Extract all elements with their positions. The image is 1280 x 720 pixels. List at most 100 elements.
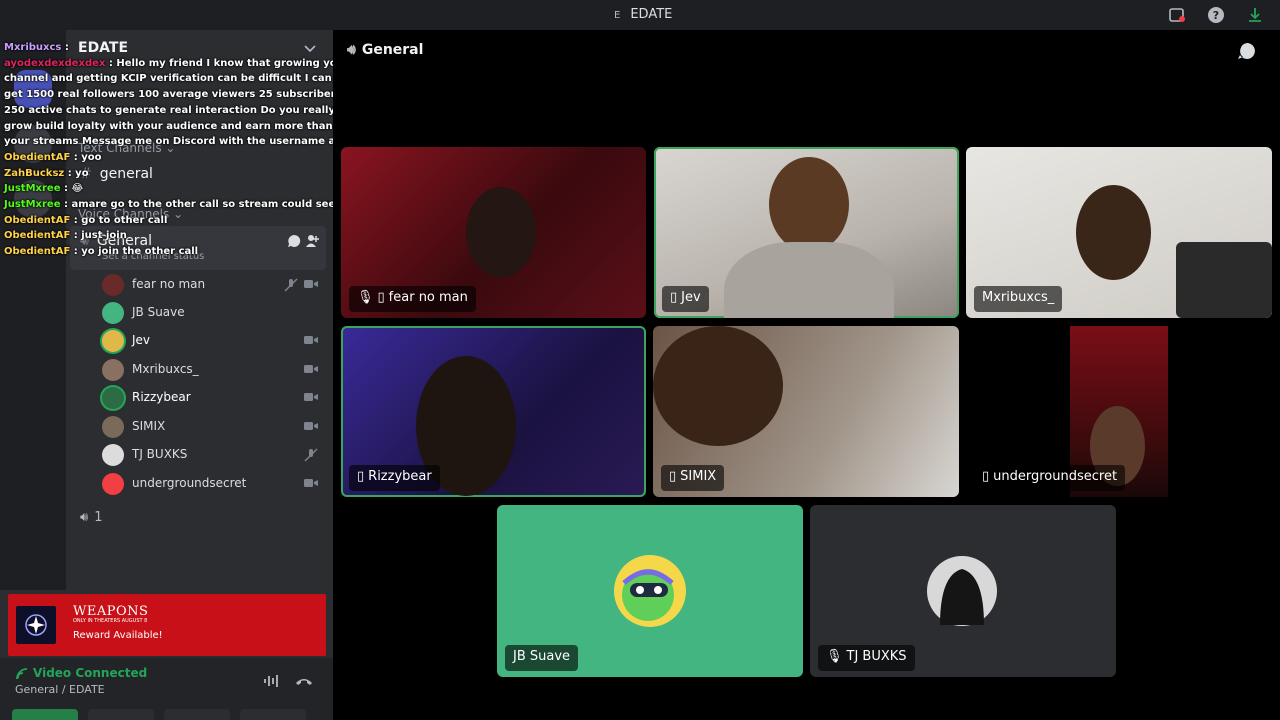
- chat-user: ObedientAF: [4, 246, 71, 258]
- avatar: [102, 387, 124, 409]
- window-title: E EDATE: [614, 7, 672, 22]
- inbox-icon[interactable]: [1168, 6, 1186, 24]
- chat-message: ObedientAF : just join: [0, 228, 390, 244]
- avatar: [102, 416, 124, 438]
- promo-subtitle: ONLY IN THEATERS AUGUST 8: [73, 618, 148, 624]
- promo-title: WEAPONS: [73, 604, 149, 619]
- participant-name: TJ BUXKS: [846, 649, 907, 664]
- chat-text: :: [64, 42, 69, 53]
- chat-message: ObedientAF : yoo: [0, 150, 390, 166]
- voice-member[interactable]: TJ BUXKS: [102, 444, 322, 468]
- chat-user: ObedientAF: [4, 151, 71, 163]
- tile-label: ▯ SIMIX: [661, 465, 725, 491]
- voice-connection-panel: Video Connected General / EDATE: [0, 658, 333, 720]
- svg-text:?: ?: [1213, 9, 1219, 22]
- voice-action-buttons: [12, 708, 316, 720]
- video-tile[interactable]: 🎙︎ TJ BUXKS: [810, 505, 1116, 677]
- signal-icon[interactable]: [15, 667, 29, 681]
- voice-member[interactable]: fear no man: [102, 274, 322, 298]
- promo-logo: [16, 606, 56, 644]
- muted-mic-icon: 🎙︎: [357, 290, 374, 305]
- chat-message: JustMxree : amare go to the other call s…: [0, 197, 390, 213]
- disconnect-icon[interactable]: [295, 674, 313, 688]
- participant-name: fear no man: [388, 290, 468, 305]
- chat-text: : yo: [67, 167, 89, 179]
- video-tile[interactable]: JB Suave: [497, 505, 803, 677]
- voice-location[interactable]: General / EDATE: [15, 683, 105, 696]
- muted-mic-icon: [304, 448, 318, 462]
- member-name: SIMIX: [132, 419, 166, 433]
- participant-name: undergroundsecret: [993, 469, 1118, 484]
- chat-user: JustMxree: [4, 183, 61, 195]
- tile-label: 🎙︎ TJ BUXKS: [818, 645, 915, 671]
- voice-member[interactable]: SIMIX: [102, 416, 322, 440]
- voice-member[interactable]: JB Suave: [102, 302, 322, 326]
- chat-user: ObedientAF: [4, 214, 71, 226]
- voice-member[interactable]: Mxribuxcs_: [102, 359, 322, 383]
- discord-avatar-icon: [102, 473, 124, 495]
- video-tile[interactable]: ▯ undergroundsecret: [966, 326, 1272, 497]
- window-title-text: EDATE: [630, 7, 673, 22]
- tile-label: ▯ undergroundsecret: [974, 465, 1126, 491]
- help-icon[interactable]: ?: [1207, 6, 1225, 24]
- video-feed: [653, 326, 783, 446]
- tile-label: Mxribuxcs_: [974, 286, 1063, 312]
- promo-banner[interactable]: WEAPONS ONLY IN THEATERS AUGUST 8 Reward…: [8, 594, 326, 656]
- video-icon: [304, 393, 318, 401]
- activities-button[interactable]: [164, 709, 230, 720]
- camera-button[interactable]: [12, 709, 78, 720]
- download-icon[interactable]: [1246, 6, 1264, 24]
- promo-reward: Reward Available!: [73, 630, 163, 641]
- member-name: Rizzybear: [132, 390, 191, 404]
- chat-text: : amare go to the other call so stream c…: [63, 199, 336, 211]
- voice-member[interactable]: Jev: [102, 330, 322, 354]
- video-icon: [304, 280, 318, 288]
- video-feed: [769, 157, 849, 252]
- participant-name: SIMIX: [680, 469, 717, 484]
- member-name: JB Suave: [132, 305, 185, 319]
- chat-message: ayodexdexdexdex : Hello my friend I know…: [0, 56, 390, 150]
- video-icon: [304, 365, 318, 373]
- member-name: fear no man: [132, 277, 206, 291]
- video-tile[interactable]: Mxribuxcs_: [966, 147, 1272, 318]
- voice-member[interactable]: undergroundsecret: [102, 473, 322, 497]
- phone-icon: ▯: [982, 469, 990, 484]
- phone-icon: ▯: [377, 290, 385, 305]
- stream-chat-overlay: Mxribuxcs : ayodexdexdexdex : Hello my f…: [0, 40, 390, 260]
- screen-share-button[interactable]: [88, 709, 154, 720]
- chat-text: : yo join the other call: [73, 246, 199, 258]
- tile-label: ▯ Rizzybear: [349, 465, 440, 491]
- chat-user: ZahBucksz: [4, 167, 65, 179]
- voice-member[interactable]: Rizzybear: [102, 387, 322, 411]
- listener-count: 1: [94, 510, 103, 525]
- video-icon: [304, 479, 318, 487]
- video-feed: [466, 187, 536, 277]
- speaker-icon: 🔊︎: [347, 42, 356, 58]
- avatar: [927, 556, 997, 626]
- video-tile[interactable]: 🎙︎ ▯ fear no man: [341, 147, 646, 318]
- video-tile[interactable]: ▯ Jev: [654, 147, 959, 318]
- voice-status[interactable]: Video Connected: [33, 666, 147, 680]
- chat-user: Mxribuxcs: [4, 42, 62, 53]
- soundboard-button[interactable]: [240, 709, 306, 720]
- avatar: [102, 359, 124, 381]
- muted-mic-icon: 🎙︎: [826, 649, 843, 664]
- avatar: [614, 555, 686, 627]
- video-tile[interactable]: ▯ Rizzybear: [341, 326, 646, 497]
- chat-message: ZahBucksz : yo: [0, 166, 390, 182]
- tile-label: ▯ Jev: [662, 286, 709, 312]
- participant-name: Jev: [681, 290, 701, 305]
- phone-icon: ▯: [670, 290, 678, 305]
- avatar: [102, 444, 124, 466]
- noise-suppression-icon[interactable]: [263, 674, 281, 688]
- tile-label: 🎙︎ ▯ fear no man: [349, 286, 476, 312]
- listener-count-row[interactable]: 🔊︎ 1: [80, 510, 102, 525]
- tile-label: JB Suave: [505, 645, 579, 671]
- member-name: TJ BUXKS: [132, 447, 188, 461]
- channel-title: General: [361, 42, 424, 58]
- chat-icon[interactable]: [1237, 42, 1257, 60]
- chat-user: JustMxree: [4, 199, 61, 211]
- video-feed: [1076, 185, 1151, 280]
- star-icon: [25, 614, 47, 636]
- video-tile[interactable]: ▯ SIMIX: [653, 326, 959, 497]
